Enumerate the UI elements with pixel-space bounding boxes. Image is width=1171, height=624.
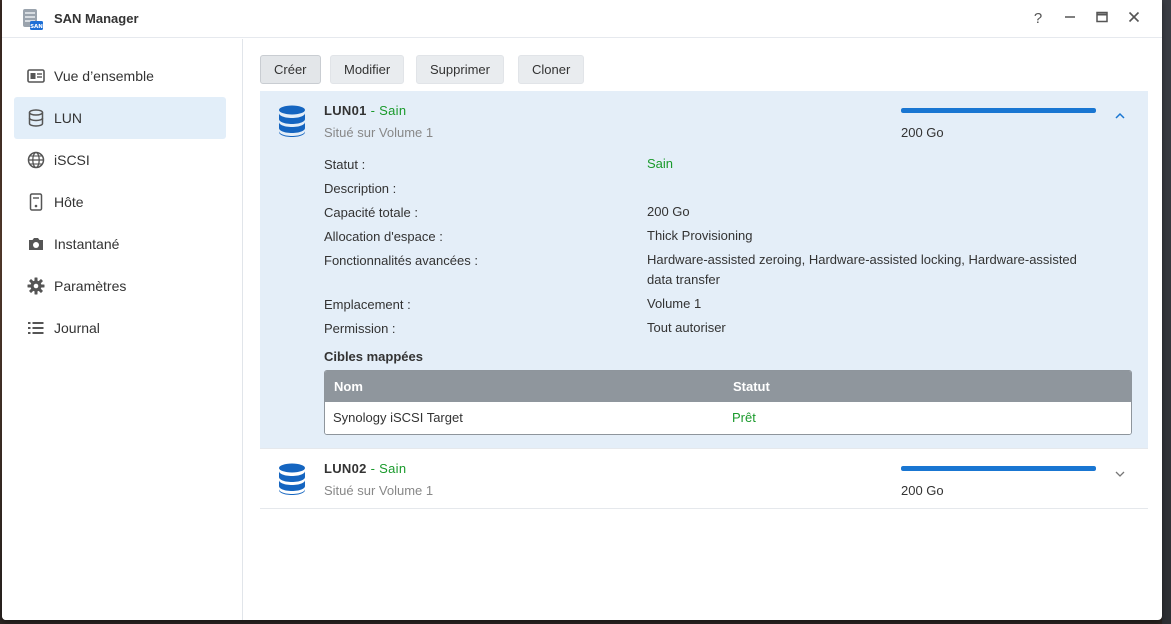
- overview-icon: [26, 66, 46, 86]
- sidebar-item-host[interactable]: Hôte: [14, 181, 226, 223]
- sidebar-item-iscsi[interactable]: iSCSI: [14, 139, 226, 181]
- clone-button[interactable]: Cloner: [518, 55, 585, 84]
- lun-name: LUN01 - Sain: [324, 103, 407, 118]
- sidebar-item-label: Vue d’ensemble: [54, 68, 154, 84]
- sidebar-item-label: Instantané: [54, 236, 120, 252]
- lun-name: LUN02 - Sain: [324, 461, 407, 476]
- sidebar-item-label: Paramètres: [54, 278, 127, 294]
- target-status: Prêt: [732, 410, 756, 425]
- create-button[interactable]: Créer: [260, 55, 321, 84]
- sidebar-item-settings[interactable]: Paramètres: [14, 265, 226, 307]
- svg-text:SAN: SAN: [30, 24, 43, 30]
- detail-label-capacity: Capacité totale :: [324, 205, 418, 220]
- lun-location: Situé sur Volume 1: [324, 483, 434, 498]
- detail-label-permission: Permission :: [324, 321, 396, 336]
- sidebar: Vue d’ensemble LUN iSCSI Hôte Instantané: [2, 39, 243, 620]
- sidebar-item-label: Journal: [54, 320, 100, 336]
- title-bar: SAN SAN Manager ?: [2, 0, 1162, 38]
- detail-label-description: Description :: [324, 181, 397, 196]
- help-button[interactable]: ?: [1028, 9, 1048, 29]
- sidebar-item-log[interactable]: Journal: [14, 307, 226, 349]
- detail-label-status: Statut :: [324, 157, 366, 172]
- lun-separator: -: [366, 103, 380, 118]
- database-icon: [279, 463, 305, 495]
- detail-label-features: Fonctionnalités avancées :: [324, 253, 478, 268]
- database-icon: [279, 105, 305, 137]
- sidebar-item-snapshot[interactable]: Instantané: [14, 223, 226, 265]
- minimize-button[interactable]: [1060, 9, 1080, 29]
- sidebar-item-label: LUN: [54, 110, 83, 126]
- close-button[interactable]: [1124, 9, 1144, 29]
- sidebar-item-overview[interactable]: Vue d’ensemble: [14, 55, 226, 97]
- lun-status: Sain: [379, 461, 407, 476]
- san-manager-window: SAN SAN Manager ? Vue d’ensemble LUN iSC…: [2, 0, 1162, 620]
- window-title: SAN Manager: [54, 11, 139, 26]
- detail-value-status: Sain: [647, 156, 674, 171]
- close-icon: [1128, 11, 1140, 23]
- capacity-bar: [901, 108, 1096, 113]
- main-content: Créer Modifier Supprimer Cloner LUN01 - …: [244, 39, 1162, 620]
- database-icon: [26, 108, 46, 128]
- detail-value-permission: Tout autoriser: [647, 320, 726, 335]
- sidebar-item-lun[interactable]: LUN: [14, 97, 226, 139]
- lun-location: Situé sur Volume 1: [324, 125, 434, 140]
- target-name: Synology iSCSI Target: [333, 410, 463, 425]
- detail-value-capacity: 200 Go: [647, 204, 690, 219]
- column-header-status[interactable]: Statut: [733, 379, 770, 394]
- sidebar-item-label: Hôte: [54, 194, 84, 210]
- capacity-bar-fill: [901, 108, 1096, 113]
- detail-value-features: Hardware-assisted zeroing, Hardware-assi…: [647, 252, 1077, 287]
- maximize-button[interactable]: [1092, 9, 1112, 29]
- gear-icon: [26, 276, 46, 296]
- san-manager-app-icon: SAN: [23, 9, 43, 30]
- globe-icon: [26, 150, 46, 170]
- detail-label-allocation: Allocation d'espace :: [324, 229, 443, 244]
- detail-value-location: Volume 1: [647, 296, 702, 311]
- capacity-bar-fill: [901, 466, 1096, 471]
- lun-capacity: 200 Go: [901, 125, 944, 140]
- mapped-targets-table: Nom Statut Synology iSCSI Target Prêt: [324, 370, 1132, 435]
- chevron-down-icon[interactable]: [1113, 467, 1127, 481]
- column-header-name[interactable]: Nom: [334, 379, 363, 394]
- capacity-bar: [901, 466, 1096, 471]
- table-row[interactable]: Synology iSCSI Target Prêt: [325, 402, 1131, 434]
- minimize-icon: [1065, 16, 1075, 18]
- sidebar-item-label: iSCSI: [54, 152, 90, 168]
- list-icon: [26, 318, 46, 338]
- mapped-targets-title: Cibles mappées: [324, 349, 423, 364]
- delete-button[interactable]: Supprimer: [416, 55, 504, 84]
- lun-separator: -: [366, 461, 380, 476]
- detail-label-location: Emplacement :: [324, 297, 411, 312]
- maximize-icon: [1096, 11, 1108, 23]
- lun-capacity: 200 Go: [901, 483, 944, 498]
- background-window-strip: [1162, 0, 1171, 624]
- lun-item-lun01[interactable]: LUN01 - Sain Situé sur Volume 1 200 Go S…: [260, 91, 1148, 449]
- table-header: Nom Statut: [325, 371, 1131, 402]
- modify-button[interactable]: Modifier: [330, 55, 405, 84]
- camera-icon: [26, 234, 46, 254]
- lun-item-lun02[interactable]: LUN02 - Sain Situé sur Volume 1 200 Go: [260, 449, 1148, 509]
- lun-status: Sain: [379, 103, 407, 118]
- chevron-up-icon[interactable]: [1113, 109, 1127, 123]
- detail-value-allocation: Thick Provisioning: [647, 228, 753, 243]
- host-icon: [26, 192, 46, 212]
